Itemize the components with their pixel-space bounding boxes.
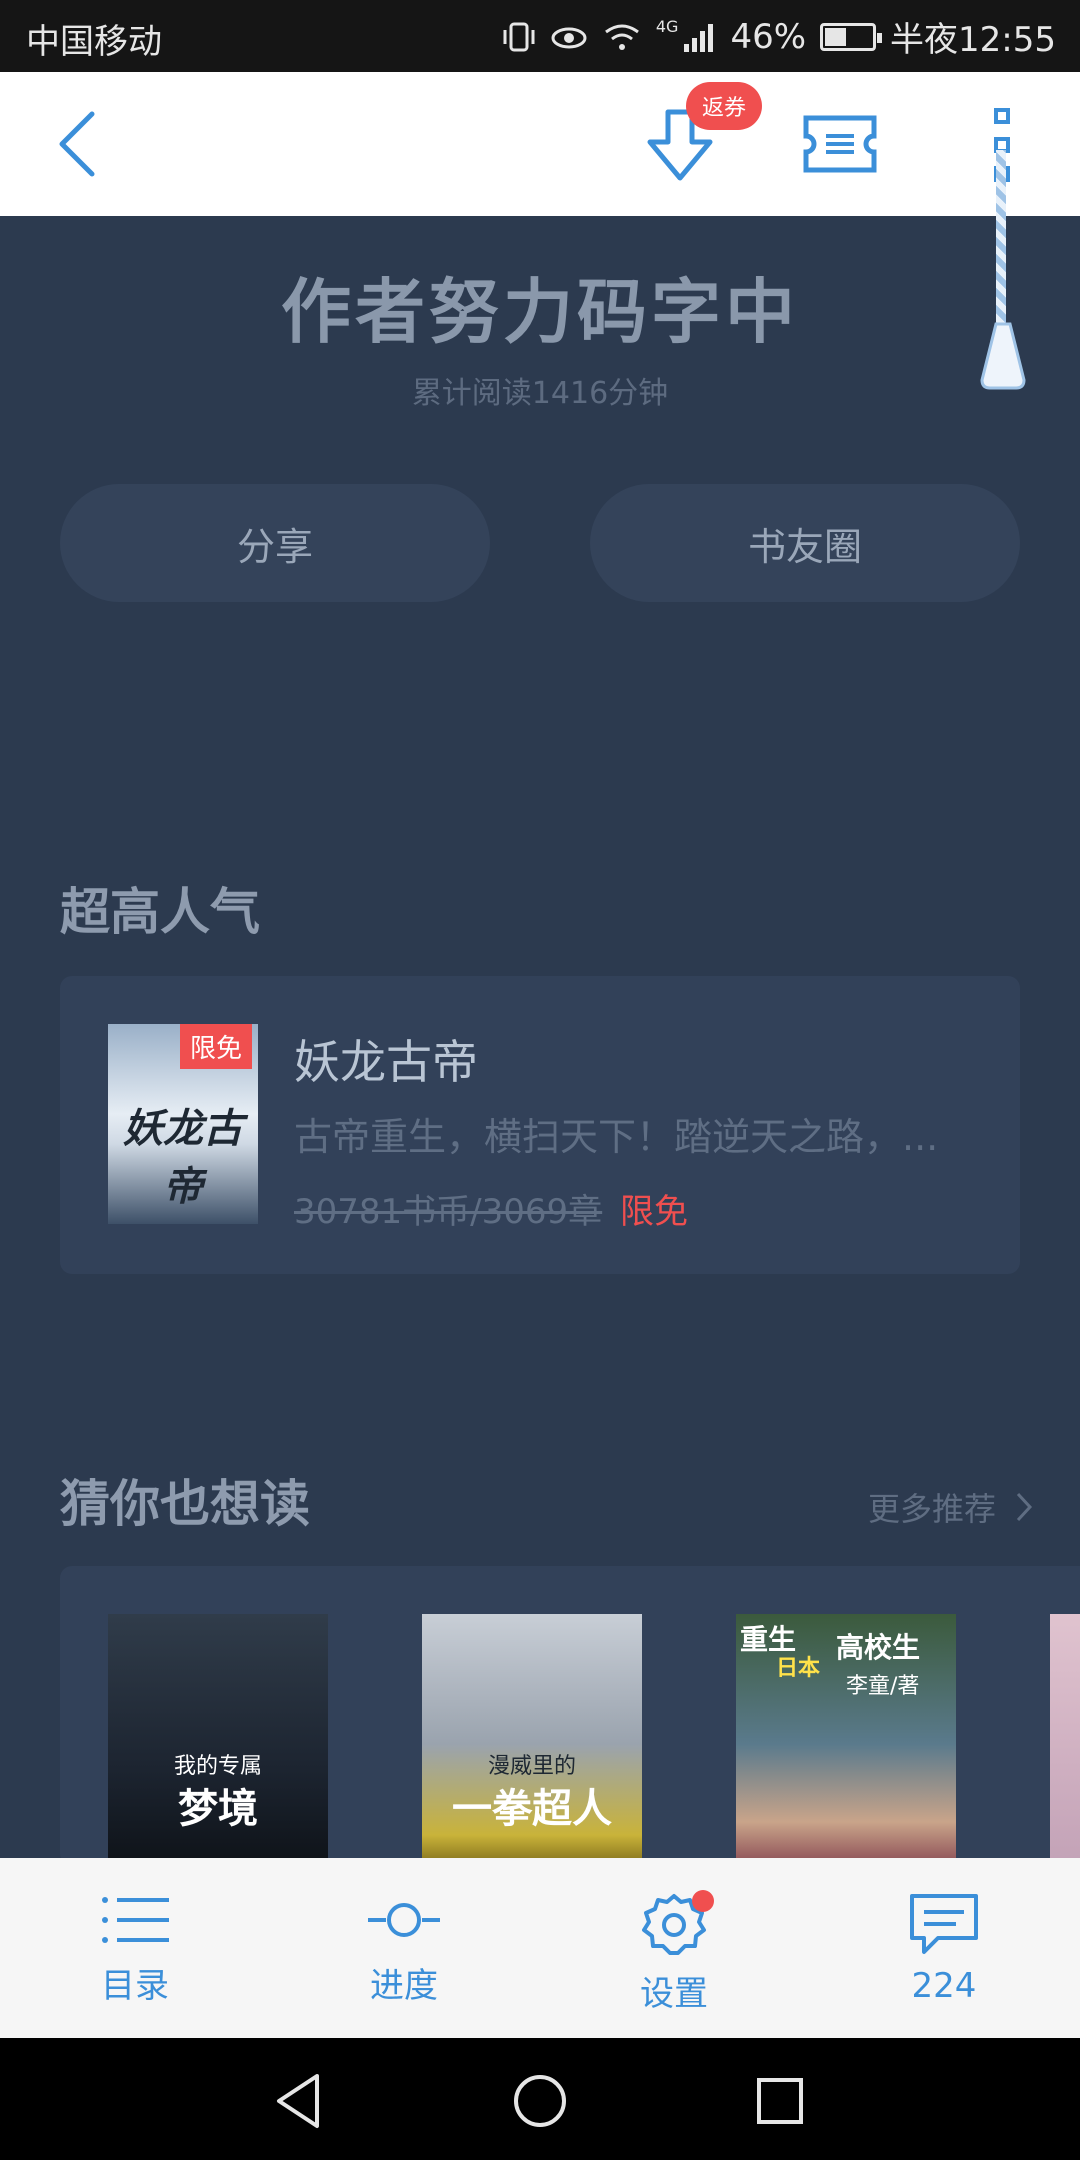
clock: 半夜12:55 <box>890 20 1056 60</box>
system-nav-bar <box>0 2038 1080 2160</box>
list-icon <box>102 1897 169 1943</box>
cover-title: 高校生 <box>836 1631 921 1664</box>
carrier-label: 中国移动 <box>26 22 162 62</box>
cover-title: 一拳超人 <box>452 1786 612 1832</box>
more-recommend-link[interactable]: 更多推荐 <box>868 1484 1034 1530</box>
notification-dot <box>692 1890 714 1912</box>
book-original-price: 30781书币/3069章 <box>294 1192 603 1232</box>
guess-section-title: 猜你也想读 <box>60 1475 310 1533</box>
guess-books-strip: 我的专属 梦境 漫威里的 一拳超人 重生 日本 高校生 李童/著 <box>60 1566 1080 1874</box>
more-recommend-label: 更多推荐 <box>867 1490 996 1528</box>
progress-button[interactable]: 进度 <box>304 1858 504 2038</box>
catalog-button[interactable]: 目录 <box>35 1858 235 2038</box>
read-minutes-label: 累计阅读1416分钟 <box>411 376 669 411</box>
progress-icon <box>368 1903 440 1937</box>
book-description: 古帝重生，横扫天下！踏逆天之路，... <box>294 1115 939 1159</box>
page-title: 作者努力码字中 <box>281 271 799 353</box>
comments-count: 224 <box>911 1966 977 2006</box>
progress-label: 进度 <box>370 1966 438 2006</box>
eye-comfort-icon <box>551 27 587 48</box>
status-icons: 4G 46% 半夜12:55 <box>502 12 1056 61</box>
recents-square-icon[interactable] <box>745 2066 815 2136</box>
vibrate-icon <box>503 22 535 51</box>
cover-tag: 日本 <box>776 1656 821 1681</box>
comment-icon <box>910 1894 978 1954</box>
network-type-label: 4G <box>655 17 679 36</box>
reader-toolbar: 目录 进度 设置 224 <box>0 1858 1080 2038</box>
battery-level <box>825 27 847 46</box>
cover-author: 李童/著 <box>846 1674 920 1699</box>
battery-icon <box>820 22 883 51</box>
book-cover[interactable]: 漫威里的 一拳超人 <box>422 1614 642 1874</box>
coupon-badge[interactable]: 返券 <box>686 82 763 130</box>
back-triangle-icon[interactable] <box>265 2066 335 2136</box>
ticket-icon[interactable] <box>800 106 880 182</box>
book-cover[interactable]: 限免 妖龙古帝 <box>108 1024 258 1224</box>
book-circle-button[interactable]: 书友圈 <box>590 484 1020 602</box>
status-bar: 中国移动 4G 46% 半夜12:55 <box>0 0 1080 72</box>
home-circle-icon[interactable] <box>505 2066 575 2136</box>
book-free-label: 限免 <box>620 1192 688 1232</box>
wifi-icon <box>604 24 639 50</box>
settings-button[interactable]: 设置 <box>574 1858 774 2038</box>
cover-title: 梦境 <box>178 1786 258 1832</box>
signal-icon <box>684 23 714 52</box>
cover-title: 妖龙古帝 <box>123 1106 243 1210</box>
book-cover[interactable]: 我的专属 梦境 <box>108 1614 328 1874</box>
share-button[interactable]: 分享 <box>60 484 490 602</box>
book-title[interactable]: 妖龙古帝 <box>294 1026 478 1092</box>
book-cover[interactable]: 重生 日本 高校生 李童/著 <box>736 1614 956 1874</box>
book-cover[interactable] <box>1050 1614 1080 1874</box>
catalog-label: 目录 <box>101 1966 169 2006</box>
top-toolbar: 返券 <box>0 72 1080 216</box>
comments-button[interactable]: 224 <box>844 1858 1044 2038</box>
chevron-right-icon <box>1016 1492 1033 1522</box>
popular-book-card[interactable]: 限免 妖龙古帝 妖龙古帝 古帝重生，横扫天下！踏逆天之路，... 30781书币… <box>60 976 1020 1274</box>
settings-label: 设置 <box>640 1974 708 2014</box>
popular-section-title: 超高人气 <box>60 883 260 941</box>
free-badge: 限免 <box>179 1024 252 1069</box>
back-icon[interactable] <box>40 104 120 184</box>
battery-percent: 46% <box>730 16 807 57</box>
